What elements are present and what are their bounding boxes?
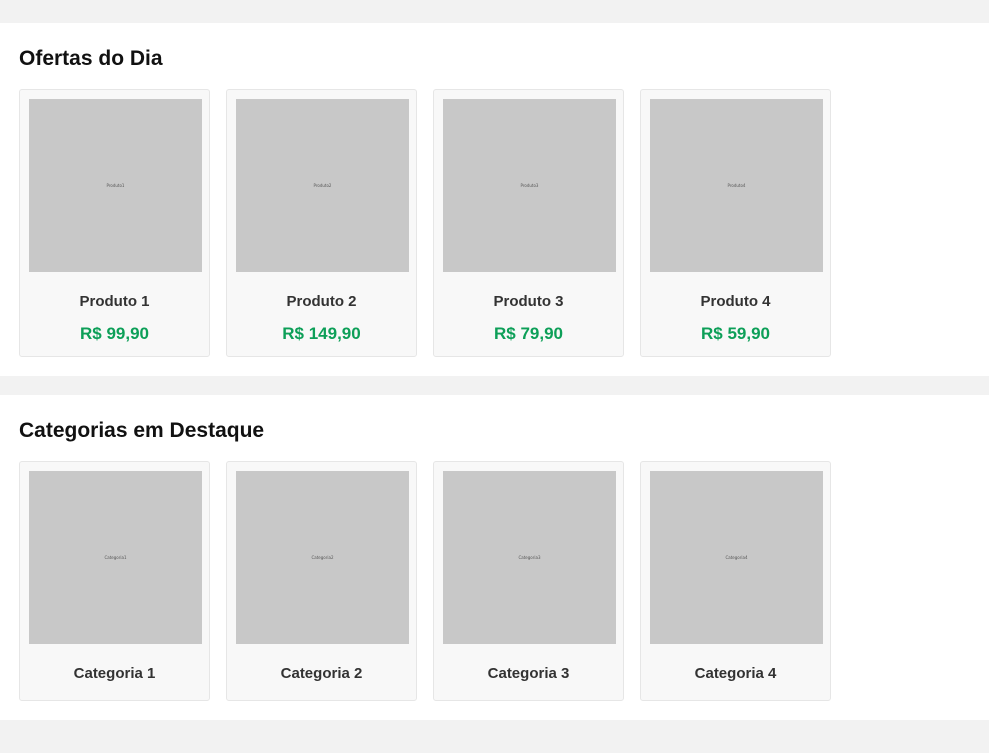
category-image[interactable]: Categoria3 [443, 471, 616, 644]
product-image-placeholder-text: Produto2 [313, 183, 332, 188]
category-card[interactable]: Categoria1 Categoria 1 [19, 461, 210, 701]
product-price: R$ 99,90 [80, 324, 149, 343]
product-card[interactable]: Produto4 Produto 4 R$ 59,90 [640, 89, 831, 357]
product-price: R$ 79,90 [494, 324, 563, 343]
product-image[interactable]: Produto1 [29, 99, 202, 272]
featured-categories-section: Categorias em Destaque Categoria1 Catego… [0, 395, 989, 720]
product-name[interactable]: Produto 3 [434, 293, 623, 310]
category-name[interactable]: Categoria 3 [434, 665, 623, 682]
category-image[interactable]: Categoria4 [650, 471, 823, 644]
category-name[interactable]: Categoria 1 [20, 665, 209, 682]
product-image-placeholder-text: Produto1 [106, 183, 125, 188]
product-card[interactable]: Produto2 Produto 2 R$ 149,90 [226, 89, 417, 357]
product-image[interactable]: Produto2 [236, 99, 409, 272]
product-name[interactable]: Produto 4 [641, 293, 830, 310]
product-price: R$ 59,90 [701, 324, 770, 343]
category-image-placeholder-text: Categoria2 [311, 555, 334, 560]
deals-section: Ofertas do Dia Produto1 Produto 1 R$ 99,… [0, 23, 989, 376]
category-image-placeholder-text: Categoria4 [725, 555, 748, 560]
product-card[interactable]: Produto1 Produto 1 R$ 99,90 [19, 89, 210, 357]
category-card[interactable]: Categoria2 Categoria 2 [226, 461, 417, 701]
category-image-placeholder-text: Categoria3 [518, 555, 541, 560]
deals-section-title: Ofertas do Dia [19, 47, 163, 70]
product-image-placeholder-text: Produto4 [727, 183, 746, 188]
category-image[interactable]: Categoria1 [29, 471, 202, 644]
product-name[interactable]: Produto 1 [20, 293, 209, 310]
category-name[interactable]: Categoria 4 [641, 665, 830, 682]
product-card[interactable]: Produto3 Produto 3 R$ 79,90 [433, 89, 624, 357]
product-image[interactable]: Produto4 [650, 99, 823, 272]
category-image[interactable]: Categoria2 [236, 471, 409, 644]
deals-product-row: Produto1 Produto 1 R$ 99,90 Produto2 Pro… [19, 89, 831, 357]
category-row: Categoria1 Categoria 1 Categoria2 Catego… [19, 461, 831, 701]
product-price: R$ 149,90 [282, 324, 361, 343]
categories-section-title: Categorias em Destaque [19, 419, 265, 442]
category-card[interactable]: Categoria3 Categoria 3 [433, 461, 624, 701]
product-name[interactable]: Produto 2 [227, 293, 416, 310]
category-name[interactable]: Categoria 2 [227, 665, 416, 682]
category-card[interactable]: Categoria4 Categoria 4 [640, 461, 831, 701]
product-image[interactable]: Produto3 [443, 99, 616, 272]
product-image-placeholder-text: Produto3 [520, 183, 539, 188]
category-image-placeholder-text: Categoria1 [104, 555, 127, 560]
